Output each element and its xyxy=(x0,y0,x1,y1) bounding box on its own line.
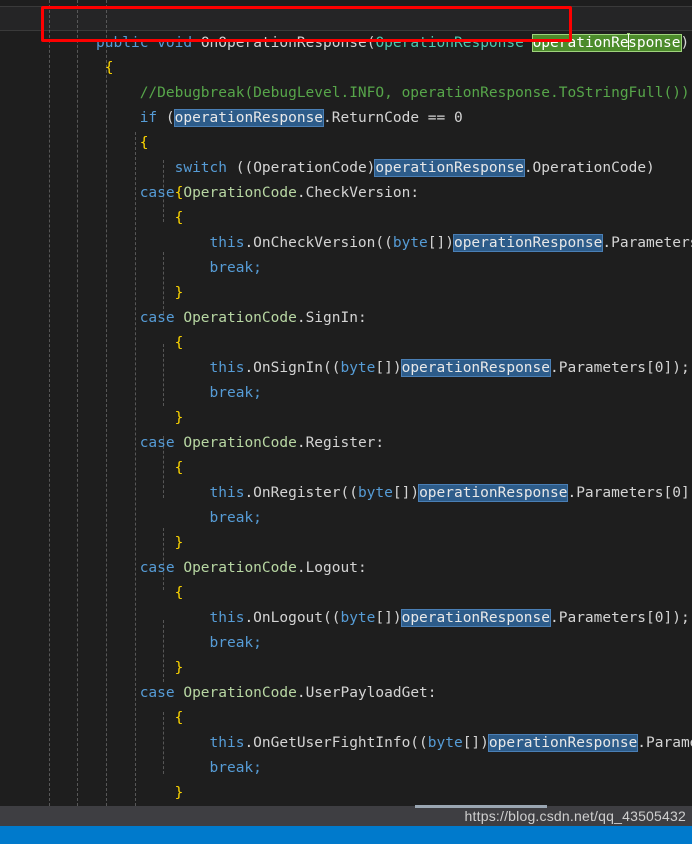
keyword-case: case xyxy=(139,310,175,326)
brace-close: } xyxy=(174,285,184,301)
keyword-byte: byte xyxy=(340,360,376,376)
keyword-byte: byte xyxy=(357,485,393,501)
keyword-break: break; xyxy=(209,260,262,276)
call-arguments: .Parameters[0]); xyxy=(550,610,690,626)
brace-open: { xyxy=(174,210,184,226)
code-line-break[interactable]: break; xyxy=(0,381,692,406)
code-surface[interactable]: public void OnOperationResponse(Operatio… xyxy=(0,0,692,806)
brace-open: { xyxy=(174,460,184,476)
status-bar xyxy=(0,826,692,844)
keyword-this: this xyxy=(209,485,245,501)
call-arguments: .Parameters[0]); xyxy=(602,235,692,251)
code-line-brace-open[interactable]: { xyxy=(0,581,692,606)
call-method-name: .OnGetUserFightInfo(( xyxy=(244,735,428,751)
code-editor[interactable]: public void OnOperationResponse(Operatio… xyxy=(0,0,692,844)
enum-type: OperationCode xyxy=(183,685,297,701)
keyword-break: break; xyxy=(209,635,262,651)
keyword-break: break; xyxy=(209,385,262,401)
code-line-case[interactable]: case OperationCode.SignIn: xyxy=(0,306,692,331)
keyword-break: break; xyxy=(209,510,262,526)
array-cast: []) xyxy=(462,735,489,751)
keyword-case: case xyxy=(139,560,175,576)
code-line-case[interactable]: case OperationCode.CheckVersion: xyxy=(0,181,692,206)
array-cast: []) xyxy=(375,610,402,626)
enum-member: .SignIn: xyxy=(296,310,367,326)
code-line-brace-open[interactable]: { xyxy=(0,31,692,76)
switch-case-blocks[interactable]: case OperationCode.CheckVersion: { this.… xyxy=(0,181,692,806)
code-line-break[interactable]: break; xyxy=(0,631,692,656)
code-line-break[interactable]: break; xyxy=(0,756,692,781)
call-arguments: .Parameters[0]); xyxy=(550,360,690,376)
enum-type: OperationCode xyxy=(183,185,297,201)
code-line-brace-close[interactable]: } xyxy=(0,406,692,431)
enum-type: OperationCode xyxy=(183,310,297,326)
keyword-byte: byte xyxy=(427,735,463,751)
code-line-brace-open[interactable]: { xyxy=(0,206,692,231)
code-line-call[interactable]: this.OnCheckVersion((byte[])operationRes… xyxy=(0,231,692,256)
reference-highlight[interactable]: operationResponse xyxy=(487,734,639,752)
brace-close: } xyxy=(174,660,184,676)
array-cast: []) xyxy=(427,235,454,251)
code-line-switch[interactable]: switch ((OperationCode)operationResponse… xyxy=(0,131,692,177)
code-line-brace-open[interactable]: { xyxy=(0,156,692,201)
reference-highlight[interactable]: operationResponse xyxy=(400,359,552,377)
reference-highlight[interactable]: operationResponse xyxy=(452,234,604,252)
code-line-brace-close[interactable]: } xyxy=(0,281,692,306)
code-line-brace-close[interactable]: } xyxy=(0,781,692,806)
enum-member: .Logout: xyxy=(296,560,367,576)
brace-close: } xyxy=(174,410,184,426)
code-line-case[interactable]: case OperationCode.UserPayloadGet: xyxy=(0,681,692,706)
code-line-brace-close[interactable]: } xyxy=(0,531,692,556)
brace-open: { xyxy=(174,710,184,726)
enum-member: .UserPayloadGet: xyxy=(296,685,437,701)
code-line-brace-open[interactable]: { xyxy=(0,106,692,151)
code-line-call[interactable]: this.OnSignIn((byte[])operationResponse.… xyxy=(0,356,692,381)
keyword-case: case xyxy=(139,435,175,451)
code-line-case[interactable]: case OperationCode.Logout: xyxy=(0,556,692,581)
brace-close: } xyxy=(174,785,184,801)
call-method-name: .OnCheckVersion(( xyxy=(244,235,393,251)
call-method-name: .OnLogout(( xyxy=(244,610,341,626)
enum-type: OperationCode xyxy=(183,435,297,451)
array-cast: []) xyxy=(375,360,402,376)
enum-member: .CheckVersion: xyxy=(296,185,420,201)
code-line-if[interactable]: if (operationResponse.ReturnCode == 0 xyxy=(0,81,692,127)
brace-open: { xyxy=(174,335,184,351)
keyword-this: this xyxy=(209,610,245,626)
code-lines[interactable]: public void OnOperationResponse(Operatio… xyxy=(0,0,692,806)
call-arguments: .Parameters[0]); xyxy=(567,485,692,501)
keyword-this: this xyxy=(209,360,245,376)
call-method-name: .OnRegister(( xyxy=(244,485,358,501)
keyword-case: case xyxy=(139,185,175,201)
enum-type: OperationCode xyxy=(183,560,297,576)
watermark-url: https://blog.csdn.net/qq_43505432 xyxy=(464,808,686,824)
code-line-brace-open[interactable]: { xyxy=(0,331,692,356)
keyword-case: case xyxy=(139,685,175,701)
call-arguments: .Parameters[0]); xyxy=(637,735,692,751)
code-line-signature[interactable]: public void OnOperationResponse(Operatio… xyxy=(0,6,692,52)
reference-highlight[interactable]: operationResponse xyxy=(418,484,569,502)
keyword-break: break; xyxy=(209,760,262,776)
keyword-byte: byte xyxy=(392,235,428,251)
code-line-brace-open[interactable]: { xyxy=(0,706,692,731)
code-line-comment[interactable]: //Debugbreak(DebugLevel.INFO, operationR… xyxy=(0,56,692,101)
enum-member: .Register: xyxy=(296,435,385,451)
keyword-this: this xyxy=(209,735,245,751)
code-line-brace-close[interactable]: } xyxy=(0,656,692,681)
code-line-call[interactable]: this.OnLogout((byte[])operationResponse.… xyxy=(0,606,692,631)
array-cast: []) xyxy=(392,485,420,501)
brace-close: } xyxy=(174,535,184,551)
keyword-this: this xyxy=(209,235,245,251)
reference-highlight[interactable]: operationResponse xyxy=(400,609,552,627)
code-line-break[interactable]: break; xyxy=(0,256,692,281)
code-line-case[interactable]: case OperationCode.Register: xyxy=(0,431,692,456)
call-method-name: .OnSignIn(( xyxy=(244,360,341,376)
code-line-brace-open[interactable]: { xyxy=(0,456,692,481)
brace-open: { xyxy=(174,585,184,601)
code-line-call[interactable]: this.OnRegister((byte[])operationRespons… xyxy=(0,481,692,506)
code-line-call[interactable]: this.OnGetUserFightInfo((byte[])operatio… xyxy=(0,731,692,756)
code-line-break[interactable]: break; xyxy=(0,506,692,531)
keyword-byte: byte xyxy=(340,610,376,626)
